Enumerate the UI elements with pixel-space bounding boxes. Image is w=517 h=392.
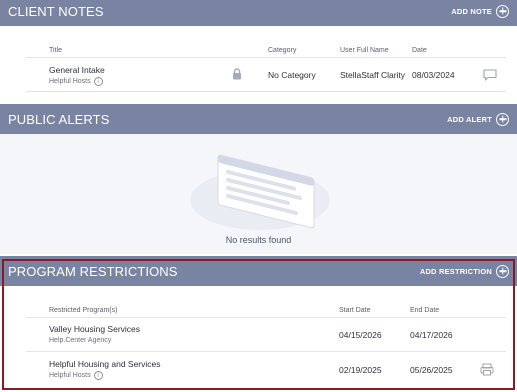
add-restriction-button[interactable]: ADD RESTRICTION [419,264,509,278]
note-date: 08/03/2024 [412,70,455,80]
restriction-agency-row: Helpful Hosts i [49,371,103,380]
add-note-label: ADD NOTE [451,6,492,16]
program-restrictions-title: PROGRAM RESTRICTIONS [8,263,178,279]
note-subtitle: Helpful Hosts i [49,77,103,86]
restriction-program[interactable]: Helpful Housing and Services [49,359,161,369]
note-title[interactable]: General Intake [49,65,105,75]
comment-icon[interactable] [483,69,497,81]
col-user-full-name[interactable]: User Full Name [340,47,389,54]
plus-circle-icon [496,264,509,278]
restriction-start-date: 02/19/2025 [339,365,382,375]
divider [26,351,506,352]
col-category[interactable]: Category [268,47,296,54]
restriction-agency: Helpful Hosts [49,372,91,379]
col-end-date[interactable]: End Date [410,307,439,314]
plus-circle-icon [496,4,509,18]
lock-icon [233,68,241,80]
divider [26,91,506,92]
col-title[interactable]: Title [49,47,62,54]
add-alert-label: ADD ALERT [447,114,492,124]
client-notes-title: CLIENT NOTES [8,3,104,19]
note-user: StellaStaff Clarity [340,70,406,80]
note-agency: Helpful Hosts [49,78,91,85]
note-category: No Category [268,70,316,80]
add-alert-button[interactable]: ADD ALERT [447,112,509,126]
restriction-start-date: 04/15/2026 [339,330,382,340]
info-icon[interactable]: i [93,371,103,380]
restriction-end-date: 05/26/2025 [410,365,453,375]
public-alerts-title: PUBLIC ALERTS [8,111,110,127]
restriction-end-date: 04/17/2026 [410,330,453,340]
client-notes-header: CLIENT NOTES ADD NOTE [0,0,517,26]
divider [26,57,506,58]
no-results-text: No results found [225,235,292,245]
col-date[interactable]: Date [412,47,427,54]
restriction-program[interactable]: Valley Housing Services [49,324,140,334]
print-icon[interactable] [480,363,494,376]
add-note-button[interactable]: ADD NOTE [451,4,509,18]
col-restricted-programs[interactable]: Restricted Program(s) [49,307,117,314]
empty-list-illustration [190,154,330,230]
col-start-date[interactable]: Start Date [339,307,371,314]
divider [26,317,506,318]
add-restriction-label: ADD RESTRICTION [419,266,492,276]
public-alerts-header: PUBLIC ALERTS ADD ALERT [0,104,517,134]
info-icon[interactable]: i [93,77,103,86]
plus-circle-icon [496,112,509,126]
restriction-agency: Help.Center Agency [49,337,112,344]
program-restrictions-header: PROGRAM RESTRICTIONS ADD RESTRICTION [0,256,517,286]
